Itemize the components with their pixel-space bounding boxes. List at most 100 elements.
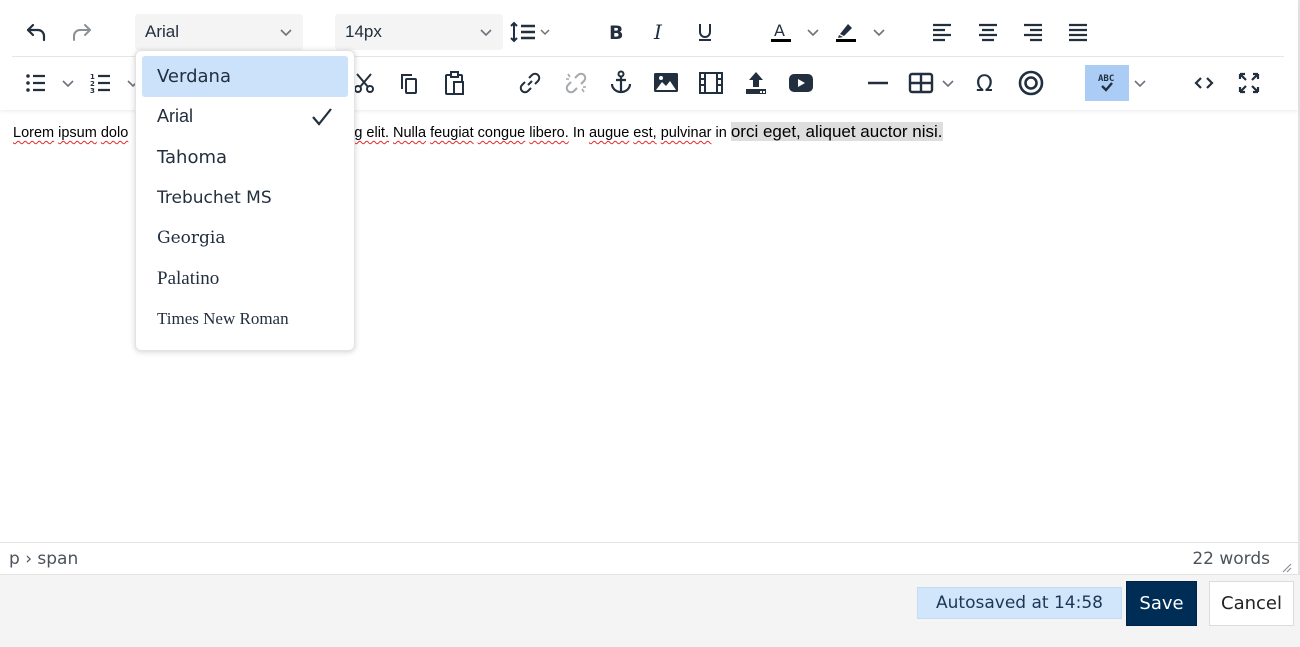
align-left-button[interactable] xyxy=(926,6,958,58)
save-button[interactable]: Save xyxy=(1126,581,1197,626)
line-height-button[interactable] xyxy=(506,6,556,58)
paste-button[interactable] xyxy=(439,57,471,109)
accessibility-checker-button[interactable] xyxy=(1015,57,1047,109)
misspelled-word[interactable]: feugiat xyxy=(430,125,474,141)
align-center-button[interactable] xyxy=(972,6,1004,58)
font-option-tahoma[interactable]: Tahoma xyxy=(142,137,348,178)
accessibility-icon xyxy=(1018,70,1044,96)
source-code-button[interactable] xyxy=(1188,57,1220,109)
spellcheck-dropdown[interactable] xyxy=(1132,57,1148,109)
copy-button[interactable] xyxy=(393,57,425,109)
spellcheck-icon: ABC xyxy=(1094,71,1120,95)
highlight-color-icon xyxy=(833,19,859,45)
misspelled-word[interactable]: Lorem xyxy=(13,125,54,141)
font-family-select[interactable]: Arial xyxy=(135,14,303,50)
misspelled-word[interactable]: dolo xyxy=(101,125,128,141)
selected-span[interactable]: orci eget, aliquet auctor nisi. xyxy=(730,122,943,141)
special-character-button[interactable]: Ω xyxy=(970,57,1002,109)
youtube-icon xyxy=(788,71,814,95)
svg-text:3: 3 xyxy=(90,87,95,95)
chevron-down-icon xyxy=(479,24,493,44)
element-path[interactable]: p › span xyxy=(9,549,78,569)
misspelled-word[interactable]: augue xyxy=(589,125,629,141)
redo-icon xyxy=(70,20,94,44)
font-family-dropdown: Verdana Arial Tahoma Trebuchet MS Georgi… xyxy=(135,50,355,351)
font-option-times-new-roman[interactable]: Times New Roman xyxy=(142,299,348,340)
bullet-list-icon xyxy=(24,71,48,95)
media-button[interactable] xyxy=(695,57,727,109)
font-size-select[interactable]: 14px xyxy=(335,14,503,50)
text-color-button[interactable]: A xyxy=(765,6,797,58)
misspelled-word[interactable]: Nulla xyxy=(393,125,426,141)
font-option-trebuchet-ms[interactable]: Trebuchet MS xyxy=(142,178,348,219)
word-count[interactable]: 22 words xyxy=(1192,549,1270,569)
redo-button[interactable] xyxy=(66,6,98,58)
link-icon xyxy=(518,71,542,95)
font-option-georgia[interactable]: Georgia xyxy=(142,218,348,259)
misspelled-word[interactable]: g elit. xyxy=(354,125,389,141)
misspelled-word[interactable]: congue xyxy=(478,125,526,141)
font-option-label: Times New Roman xyxy=(157,309,289,329)
svg-text:Ω: Ω xyxy=(976,72,993,96)
highlight-color-dropdown[interactable] xyxy=(871,6,887,58)
svg-text:B: B xyxy=(609,22,623,44)
numbered-list-button[interactable]: 123 xyxy=(85,57,117,109)
form-footer: Autosaved at 14:58 Save Cancel xyxy=(0,575,1300,647)
unlink-button[interactable] xyxy=(560,57,592,109)
horizontal-line-icon xyxy=(866,71,890,95)
underline-icon xyxy=(693,20,717,44)
text-word: in xyxy=(715,125,727,141)
font-option-label: Palatino xyxy=(157,267,220,289)
image-button[interactable] xyxy=(650,57,682,109)
font-option-label: Arial xyxy=(157,106,194,127)
cancel-button[interactable]: Cancel xyxy=(1209,581,1294,626)
misspelled-word[interactable]: pulvinar xyxy=(661,125,712,141)
align-center-icon xyxy=(976,20,1000,44)
justify-icon xyxy=(1066,20,1090,44)
text-color-icon: A xyxy=(768,19,794,45)
youtube-button[interactable] xyxy=(785,57,817,109)
table-dropdown[interactable] xyxy=(940,57,956,109)
undo-button[interactable] xyxy=(20,6,52,58)
cut-icon xyxy=(352,71,376,95)
justify-button[interactable] xyxy=(1062,6,1094,58)
align-right-icon xyxy=(1021,20,1045,44)
horizontal-line-button[interactable] xyxy=(862,57,894,109)
bullet-list-dropdown[interactable] xyxy=(60,57,76,109)
upload-icon xyxy=(744,70,768,96)
misspelled-word[interactable]: libero. xyxy=(529,125,569,141)
special-character-icon: Ω xyxy=(974,70,998,96)
source-code-icon xyxy=(1192,71,1216,95)
font-size-value: 14px xyxy=(345,22,382,41)
misspelled-word[interactable]: est, xyxy=(633,125,656,141)
bold-button[interactable]: B xyxy=(600,6,632,58)
highlight-color-button[interactable] xyxy=(830,6,862,58)
misspelled-word[interactable]: ipsum xyxy=(58,125,97,141)
text-word: In xyxy=(572,125,585,141)
svg-text:A: A xyxy=(774,21,785,40)
paste-icon xyxy=(443,70,467,96)
link-button[interactable] xyxy=(514,57,546,109)
font-option-arial[interactable]: Arial xyxy=(142,97,348,138)
text-color-dropdown[interactable] xyxy=(805,6,821,58)
italic-icon: I xyxy=(648,20,672,44)
status-bar: p › span 22 words xyxy=(0,542,1298,575)
anchor-button[interactable] xyxy=(605,57,637,109)
numbered-list-icon: 123 xyxy=(89,71,113,95)
copy-icon xyxy=(397,71,421,95)
align-right-button[interactable] xyxy=(1017,6,1049,58)
fullscreen-icon xyxy=(1237,71,1261,95)
bold-icon: B xyxy=(604,20,628,44)
image-icon xyxy=(653,71,679,95)
unlink-icon xyxy=(564,71,588,95)
italic-button[interactable]: I xyxy=(644,6,676,58)
font-option-palatino[interactable]: Palatino xyxy=(142,259,348,300)
underline-button[interactable] xyxy=(689,6,721,58)
font-option-label: Georgia xyxy=(157,228,226,249)
spellcheck-button[interactable]: ABC xyxy=(1085,65,1129,101)
bullet-list-button[interactable] xyxy=(20,57,52,109)
font-option-verdana[interactable]: Verdana xyxy=(142,56,348,97)
table-button[interactable] xyxy=(905,57,937,109)
fullscreen-button[interactable] xyxy=(1233,57,1265,109)
upload-button[interactable] xyxy=(740,57,772,109)
